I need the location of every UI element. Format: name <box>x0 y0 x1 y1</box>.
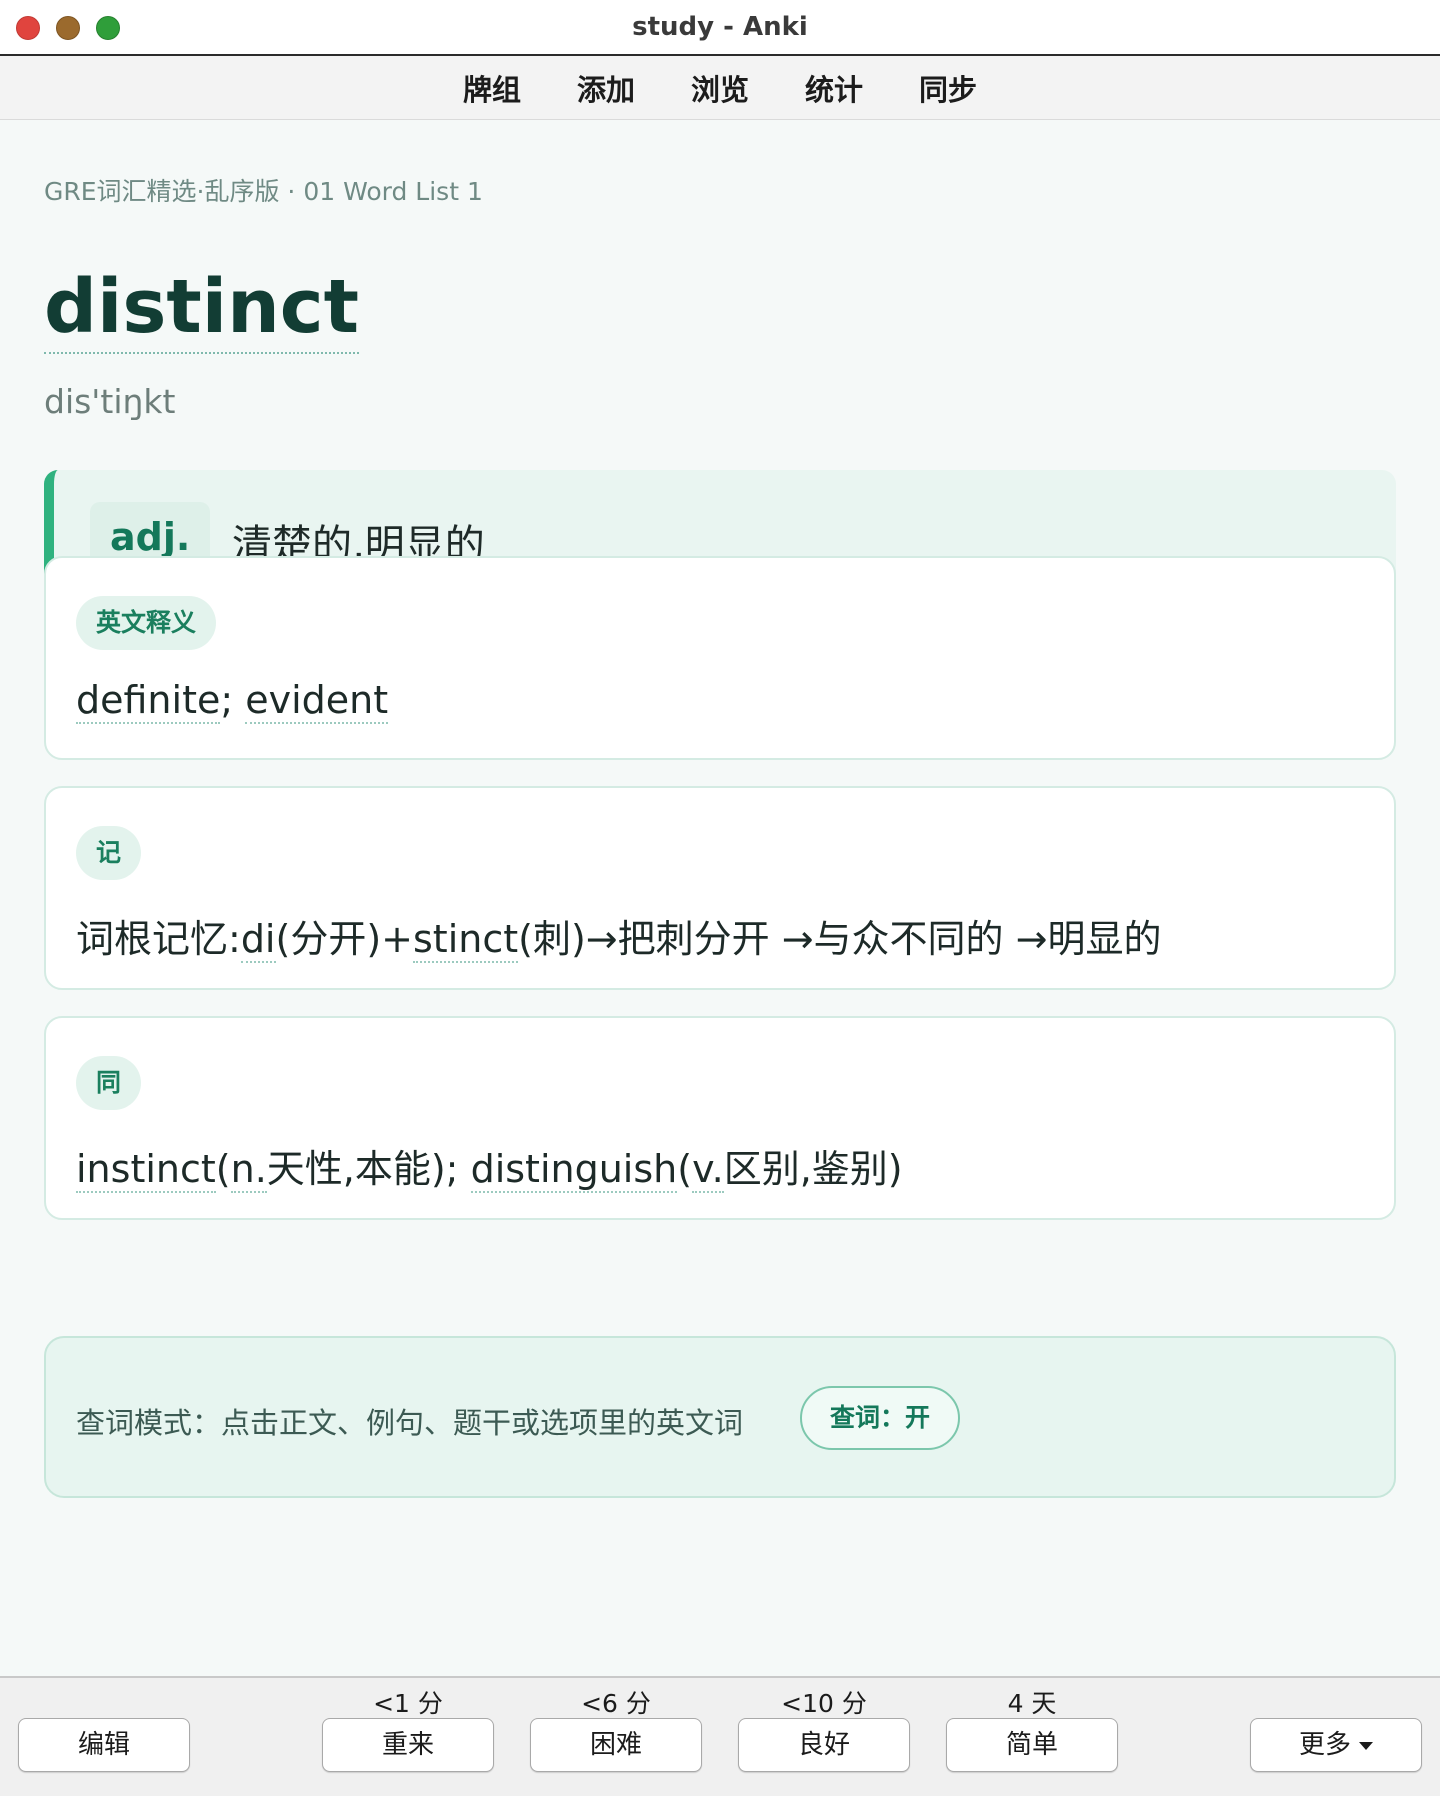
easy-button[interactable]: 简单 <box>946 1718 1118 1772</box>
lookup-word[interactable]: definite <box>76 678 221 724</box>
body-text: ( <box>215 1147 231 1191</box>
lookup-mode-panel: 查词模式：点击正文、例句、题干或选项里的英文词 查词：开 <box>44 1336 1396 1498</box>
lookup-word[interactable]: n. <box>230 1147 267 1193</box>
lookup-word[interactable]: di <box>240 917 276 963</box>
hard-button[interactable]: 困难 <box>530 1718 702 1772</box>
lookup-word[interactable]: distinguish <box>470 1147 678 1193</box>
synonyms-card: 同 instinct(n.天性,本能); distinguish(v.区别,鉴别… <box>44 1016 1396 1220</box>
lookup-word[interactable]: instinct <box>76 1147 216 1193</box>
edit-button[interactable]: 编辑 <box>18 1718 190 1772</box>
chevron-down-icon <box>1359 1741 1373 1750</box>
part-of-speech[interactable]: adj. <box>110 515 191 561</box>
body-text: ( <box>677 1147 693 1191</box>
toolbar-stats[interactable]: 统计 <box>805 67 863 109</box>
lookup-toggle-button[interactable]: 查词：开 <box>800 1386 960 1450</box>
anki-window: study - Anki 牌组 添加 浏览 统计 同步 GRE词汇精选·乱序版 … <box>0 0 1440 1796</box>
due-good: <10 分 <box>781 1689 867 1718</box>
lookup-word[interactable]: evident <box>245 678 389 724</box>
section-body: instinct(n.天性,本能); distinguish(v.区别,鉴别) <box>76 1138 903 1193</box>
again-button[interactable]: 重来 <box>322 1718 494 1772</box>
body-text: 区别,鉴别) <box>723 1147 903 1191</box>
section-tag: 英文释义 <box>76 596 217 650</box>
answer-bar: 编辑 <1 分 重来 <6 分 困难 <10 分 良好 4 天 简单 更多 <box>0 1676 1440 1796</box>
english-definition-card: 英文释义 definite; evident <box>44 556 1396 760</box>
toolbar-browse[interactable]: 浏览 <box>691 67 749 109</box>
body-text: 词根记忆: <box>76 917 241 961</box>
good-button[interactable]: 良好 <box>738 1718 910 1772</box>
section-tag: 记 <box>76 826 142 880</box>
phonetic: dis'tiŋkt <box>44 382 176 421</box>
due-again: <1 分 <box>373 1689 443 1718</box>
due-hard: <6 分 <box>581 1689 651 1718</box>
body-text: 天性,本能); <box>266 1147 471 1191</box>
more-button[interactable]: 更多 <box>1250 1718 1422 1772</box>
body-text: (刺)→把刺分开 →与众不同的 →明显的 <box>518 917 1162 961</box>
toolbar-sync[interactable]: 同步 <box>919 67 977 109</box>
toolbar-add[interactable]: 添加 <box>577 67 635 109</box>
mnemonic-card: 记 词根记忆:di(分开)+stinct(刺)→把刺分开 →与众不同的 →明显的 <box>44 786 1396 990</box>
toolbar-decks[interactable]: 牌组 <box>463 67 521 109</box>
body-text: (分开)+ <box>275 917 414 961</box>
headword[interactable]: distinct <box>44 264 360 354</box>
section-tag: 同 <box>76 1056 142 1110</box>
lookup-word[interactable]: stinct <box>413 917 519 963</box>
lookup-word[interactable]: v. <box>692 1147 724 1193</box>
lookup-mode-hint: 查词模式：点击正文、例句、题干或选项里的英文词 <box>76 1406 744 1440</box>
window-title: study - Anki <box>632 12 808 42</box>
separator-text: ; <box>220 678 246 722</box>
main-toolbar: 牌组 添加 浏览 统计 同步 <box>0 56 1440 120</box>
title-bar: study - Anki <box>0 0 1440 56</box>
due-easy: 4 天 <box>1007 1689 1057 1718</box>
section-body: definite; evident <box>76 678 389 724</box>
more-button-label: 更多 <box>1298 1730 1351 1760</box>
section-body: 词根记忆:di(分开)+stinct(刺)→把刺分开 →与众不同的 →明显的 <box>76 908 1161 963</box>
deck-path: GRE词汇精选·乱序版 · 01 Word List 1 <box>44 177 483 206</box>
